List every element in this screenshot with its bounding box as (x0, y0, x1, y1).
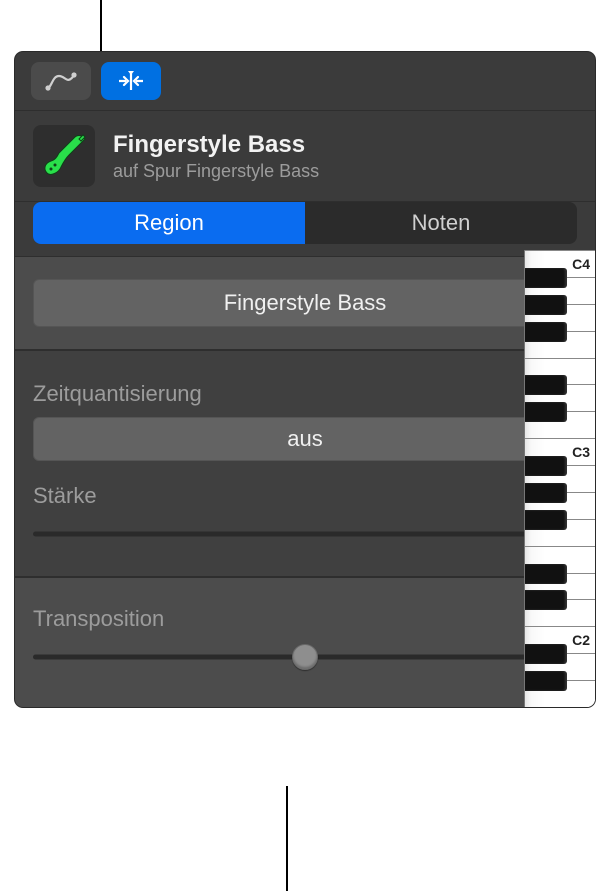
transpose-slider[interactable] (33, 645, 577, 669)
white-key[interactable] (525, 519, 595, 546)
transpose-thumb[interactable] (292, 644, 318, 670)
piano-keyboard[interactable]: C4 C3 C2 (524, 250, 595, 707)
tab-region[interactable]: Region (33, 202, 305, 244)
transpose-label: Transposition (33, 606, 164, 633)
strength-slider[interactable] (33, 522, 577, 546)
catch-playhead-icon (115, 70, 147, 92)
strength-label: Stärke (33, 483, 97, 510)
region-name-strip: Fingerstyle Bass (15, 256, 595, 350)
callout-line-bottom (286, 786, 288, 891)
region-title: Fingerstyle Bass (113, 131, 319, 159)
automation-button[interactable] (31, 62, 91, 100)
white-key[interactable] (525, 599, 595, 626)
transpose-strip: Transposition 0 (15, 577, 595, 707)
white-key[interactable] (525, 680, 595, 707)
quantize-value: aus (287, 426, 322, 452)
white-key[interactable] (525, 411, 595, 438)
inspector-tabs: Region Noten (33, 202, 577, 244)
quantize-label: Zeitquantisierung (33, 381, 202, 407)
region-header: Fingerstyle Bass auf Spur Fingerstyle Ba… (15, 111, 595, 202)
catch-playhead-button[interactable] (101, 62, 161, 100)
quantize-strip: Zeitquantisierung aus Stärke 100 (15, 350, 595, 577)
inspector-panel: Fingerstyle Bass auf Spur Fingerstyle Ba… (15, 52, 595, 707)
track-icon (33, 125, 95, 187)
automation-icon (45, 70, 77, 92)
region-subtitle: auf Spur Fingerstyle Bass (113, 161, 319, 182)
tab-notes[interactable]: Noten (305, 202, 577, 244)
toolbar (15, 52, 595, 111)
region-name-field[interactable]: Fingerstyle Bass (33, 279, 577, 327)
quantize-select[interactable]: aus (33, 417, 577, 461)
bass-guitar-icon (41, 133, 87, 179)
white-key[interactable] (525, 331, 595, 358)
